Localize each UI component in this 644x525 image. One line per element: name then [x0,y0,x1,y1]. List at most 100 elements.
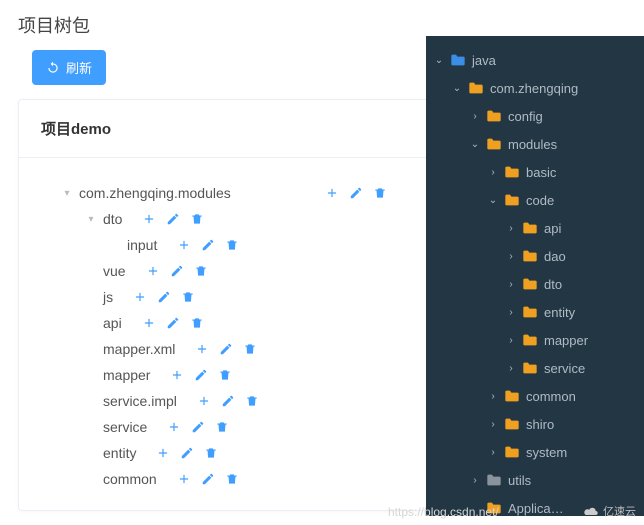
sidebar-item[interactable]: › shiro [426,410,644,438]
sidebar-item-label: common [526,389,576,404]
refresh-button[interactable]: 刷新 [32,50,106,85]
delete-button[interactable] [194,264,208,278]
sidebar-item-label: Applica… [508,501,564,516]
sidebar-item-label: basic [526,165,556,180]
chevron-right-icon[interactable]: › [470,111,480,121]
add-button[interactable] [197,394,211,408]
delete-button[interactable] [225,238,239,252]
chevron-down-icon[interactable]: ⌄ [488,195,498,205]
edit-button[interactable] [166,212,180,226]
add-button[interactable] [167,420,181,434]
edit-button[interactable] [194,368,208,382]
sidebar-item[interactable]: ⌄ modules [426,130,644,158]
sidebar-item[interactable]: › entity [426,298,644,326]
expand-placeholder [85,317,97,329]
edit-button[interactable] [201,472,215,486]
chevron-down-icon[interactable]: ⌄ [470,139,480,149]
chevron-down-icon[interactable]: ▾ [61,187,73,199]
delete-button[interactable] [218,368,232,382]
chevron-down-icon[interactable]: ▾ [85,213,97,225]
sidebar-item[interactable]: ⌄code [426,186,644,214]
chevron-right-icon[interactable]: › [506,307,516,317]
sidebar-item[interactable]: ›service [426,354,644,382]
sidebar-item[interactable]: › basic [426,158,644,186]
add-button[interactable] [133,290,147,304]
edit-button[interactable] [170,264,184,278]
chevron-right-icon[interactable]: › [488,419,498,429]
sidebar-item-label: modules [508,137,557,152]
tree-node-label: service.impl [103,393,177,409]
sidebar-item[interactable]: › config [426,102,644,130]
refresh-label: 刷新 [66,58,92,77]
edit-button[interactable] [219,342,233,356]
folder-icon [522,277,538,291]
sidebar-item-label: mapper [544,333,588,348]
edit-button[interactable] [180,446,194,460]
sidebar-item-label: config [508,109,543,124]
tree-node-label: com.zhengqing.modules [79,185,231,201]
tree-node-label: api [103,315,122,331]
sidebar-item-label: entity [544,305,575,320]
edit-button[interactable] [191,420,205,434]
add-button[interactable] [325,186,339,200]
sidebar-item[interactable]: ›dao [426,242,644,270]
add-button[interactable] [195,342,209,356]
expand-placeholder [85,447,97,459]
add-button[interactable] [142,316,156,330]
delete-button[interactable] [225,472,239,486]
tree-node-label: entity [103,445,136,461]
chevron-down-icon[interactable]: ⌄ [452,83,462,93]
folder-icon [504,165,520,179]
delete-button[interactable] [190,212,204,226]
delete-button[interactable] [190,316,204,330]
chevron-right-icon[interactable]: › [488,167,498,177]
delete-button[interactable] [373,186,387,200]
folder-icon [450,53,466,67]
chevron-right-icon[interactable]: › [506,223,516,233]
expand-placeholder [85,421,97,433]
edit-button[interactable] [221,394,235,408]
sidebar-item[interactable]: › mapper [426,326,644,354]
add-button[interactable] [170,368,184,382]
sidebar-item-label: dto [544,277,562,292]
delete-button[interactable] [243,342,257,356]
sidebar-item[interactable]: ›api [426,214,644,242]
sidebar-item[interactable]: › common [426,382,644,410]
add-button[interactable] [177,472,191,486]
chevron-down-icon[interactable]: ⌄ [434,55,444,65]
refresh-icon [46,61,60,75]
sidebar-item[interactable]: ›system [426,438,644,466]
sidebar-item[interactable]: ›utils [426,466,644,494]
tree-node-label: common [103,471,157,487]
sidebar-item[interactable]: ⌄com.zhengqing [426,74,644,102]
add-button[interactable] [142,212,156,226]
chevron-right-icon[interactable]: › [506,279,516,289]
chevron-right-icon[interactable]: › [488,447,498,457]
edit-button[interactable] [349,186,363,200]
sidebar-item-label: shiro [526,417,554,432]
delete-button[interactable] [181,290,195,304]
add-button[interactable] [146,264,160,278]
edit-button[interactable] [166,316,180,330]
chevron-right-icon[interactable]: › [506,363,516,373]
delete-button[interactable] [215,420,229,434]
chevron-right-icon[interactable]: › [470,475,480,485]
add-button[interactable] [156,446,170,460]
delete-button[interactable] [204,446,218,460]
cloud-icon [583,505,599,517]
chevron-right-icon[interactable]: › [506,251,516,261]
add-button[interactable] [177,238,191,252]
tree-node-label: input [127,237,157,253]
edit-button[interactable] [157,290,171,304]
tree-node-label: mapper [103,367,150,383]
sidebar-tree: ⌄java⌄com.zhengqing › config ⌄ modules › basic… [426,36,644,516]
delete-button[interactable] [245,394,259,408]
chevron-right-icon[interactable]: › [488,391,498,401]
sidebar-item[interactable]: › dto [426,270,644,298]
chevron-right-icon[interactable]: › [506,335,516,345]
expand-placeholder [85,291,97,303]
folder-icon [504,417,520,431]
edit-button[interactable] [201,238,215,252]
folder-icon [486,473,502,487]
sidebar-item[interactable]: ⌄java [426,46,644,74]
